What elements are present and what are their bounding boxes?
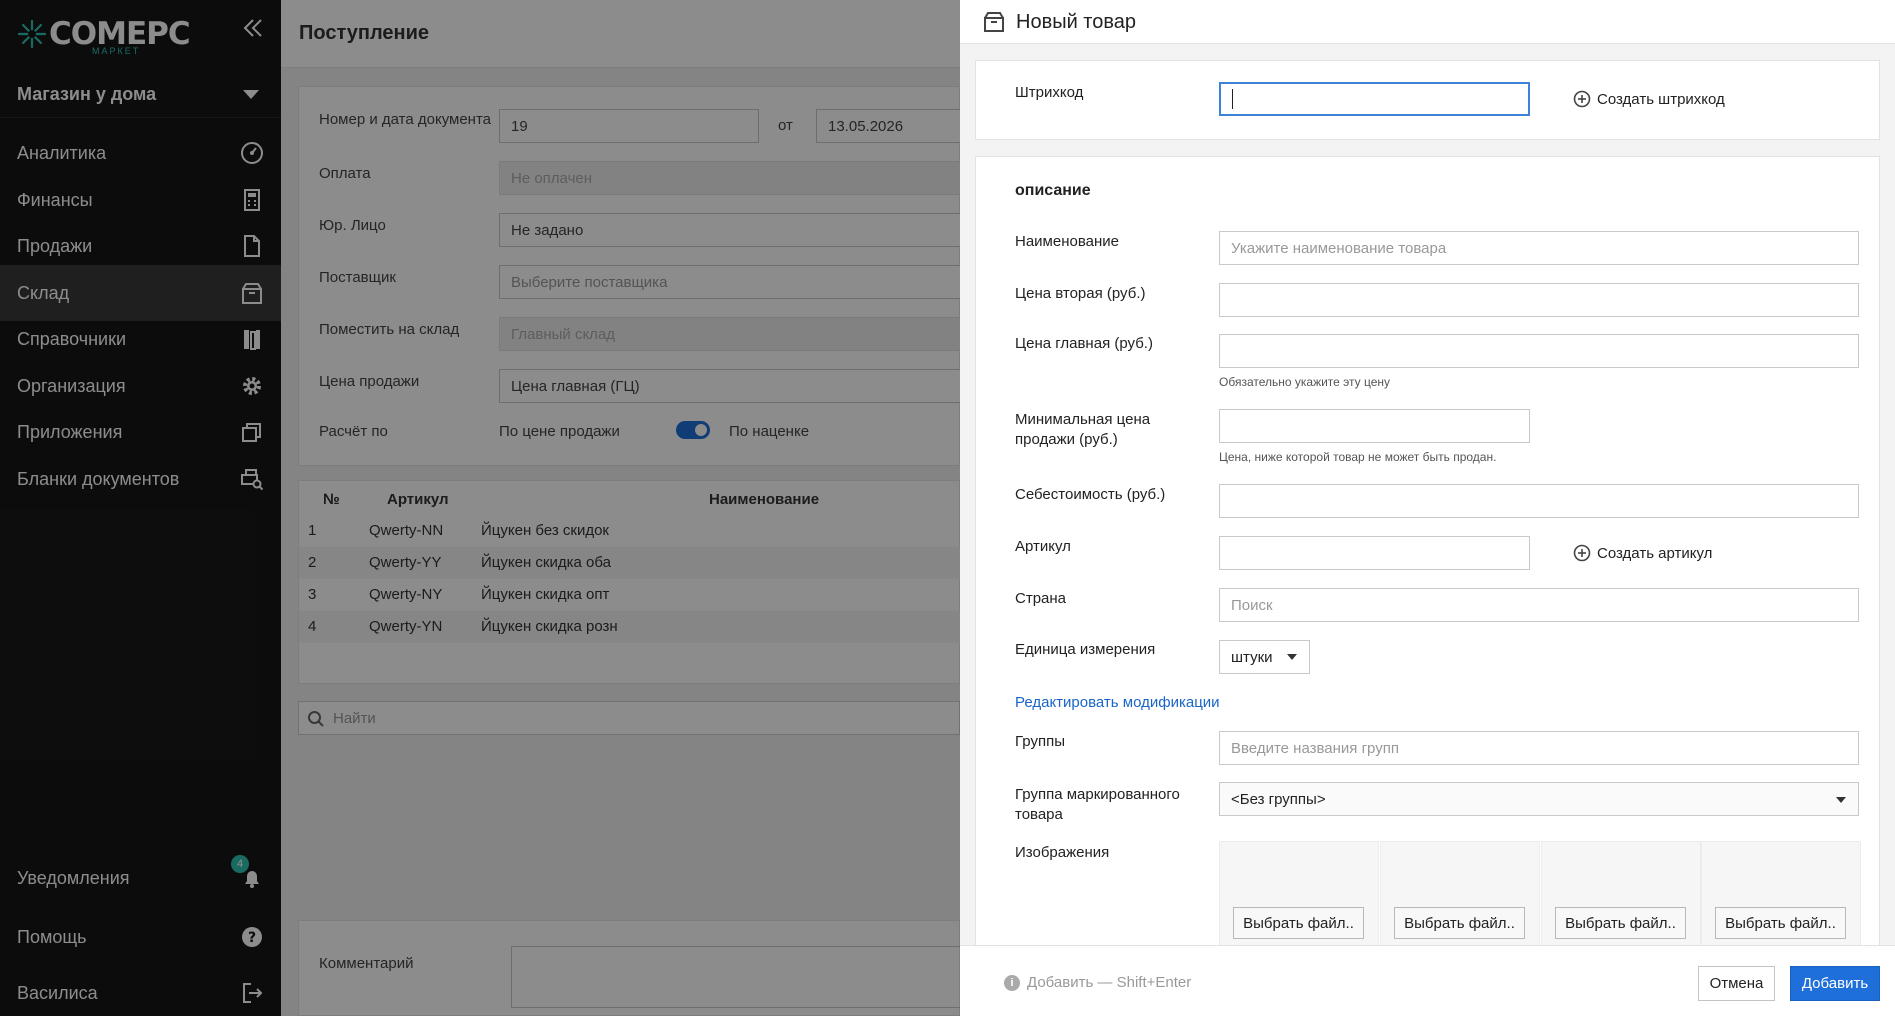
unit-value: штуки: [1231, 648, 1273, 666]
box-icon: [984, 12, 1004, 32]
create-barcode-button[interactable]: Создать штрихкод: [1573, 90, 1725, 108]
barcode-card: Штрихкод Создать штрихкод: [975, 60, 1880, 140]
marked-group-select[interactable]: <Без группы>: [1219, 782, 1859, 816]
barcode-input[interactable]: [1219, 82, 1530, 116]
product-name-input[interactable]: Укажите наименование товара: [1219, 231, 1859, 265]
choose-file-button[interactable]: Выбрать файл..: [1555, 907, 1686, 939]
min-price-hint: Цена, ниже которой товар не может быть п…: [1219, 450, 1497, 464]
new-product-panel: Новый товар Штрихкод Создать штрихкод оп…: [960, 0, 1895, 1016]
groups-input[interactable]: Введите названия групп: [1219, 731, 1859, 765]
panel-title: Новый товар: [1016, 11, 1136, 33]
info-icon: i: [1004, 974, 1020, 991]
panel-header: Новый товар: [960, 0, 1895, 44]
groups-label: Группы: [1015, 733, 1065, 750]
cancel-button[interactable]: Отмена: [1698, 966, 1775, 1001]
country-label: Страна: [1015, 590, 1067, 607]
marked-group-value: <Без группы>: [1231, 790, 1326, 808]
chevron-down-icon: [1836, 797, 1846, 803]
chevron-down-icon: [1286, 654, 1297, 660]
create-barcode-label: Создать штрихкод: [1597, 90, 1725, 108]
price-second-input[interactable]: [1219, 283, 1859, 317]
price-main-label: Цена главная (руб.): [1015, 335, 1153, 352]
choose-file-button[interactable]: Выбрать файл..: [1715, 907, 1846, 939]
cost-label: Себестоимость (руб.): [1015, 486, 1166, 503]
plus-circle-icon: [1573, 544, 1591, 562]
image-slot-1: Выбрать файл..: [1219, 841, 1379, 946]
images-label: Изображения: [1015, 844, 1110, 861]
panel-footer: i Добавить — Shift+Enter Отмена Добавить: [960, 945, 1895, 1016]
article-label: Артикул: [1015, 538, 1071, 555]
cost-input[interactable]: [1219, 484, 1859, 518]
barcode-label: Штрихкод: [1015, 84, 1084, 101]
modal-backdrop[interactable]: [0, 0, 960, 1016]
shortcut-hint: i Добавить — Shift+Enter: [1004, 974, 1191, 991]
shortcut-text: Добавить — Shift+Enter: [1027, 974, 1192, 991]
choose-file-button[interactable]: Выбрать файл..: [1233, 907, 1364, 939]
product-name-label: Наименование: [1015, 233, 1119, 250]
image-slot-3: Выбрать файл..: [1541, 841, 1701, 946]
country-search-input[interactable]: Поиск: [1219, 588, 1859, 622]
image-slot-2: Выбрать файл..: [1380, 841, 1540, 946]
choose-file-button[interactable]: Выбрать файл..: [1394, 907, 1525, 939]
marked-group-label: Группа маркированного товара: [1015, 786, 1180, 823]
unit-select[interactable]: штуки: [1219, 640, 1310, 674]
article-input[interactable]: [1219, 536, 1530, 570]
image-slot-4: Выбрать файл..: [1701, 841, 1861, 946]
price-main-input[interactable]: [1219, 334, 1859, 368]
min-price-input[interactable]: [1219, 409, 1530, 443]
price-second-label: Цена вторая (руб.): [1015, 285, 1146, 302]
min-price-label: Минимальная цена продажи (руб.): [1015, 411, 1151, 448]
section-title: описание: [1015, 182, 1091, 199]
price-main-hint: Обязательно укажите эту цену: [1219, 375, 1391, 389]
edit-modifications-link[interactable]: Редактировать модификации: [1015, 694, 1220, 711]
text-cursor: [1232, 89, 1233, 109]
create-article-button[interactable]: Создать артикул: [1573, 544, 1712, 562]
description-card: описание Наименование Укажите наименован…: [975, 156, 1880, 946]
plus-circle-icon: [1573, 90, 1591, 108]
add-button[interactable]: Добавить: [1790, 966, 1880, 1001]
create-article-label: Создать артикул: [1597, 544, 1713, 562]
unit-label: Единица измерения: [1015, 641, 1156, 658]
